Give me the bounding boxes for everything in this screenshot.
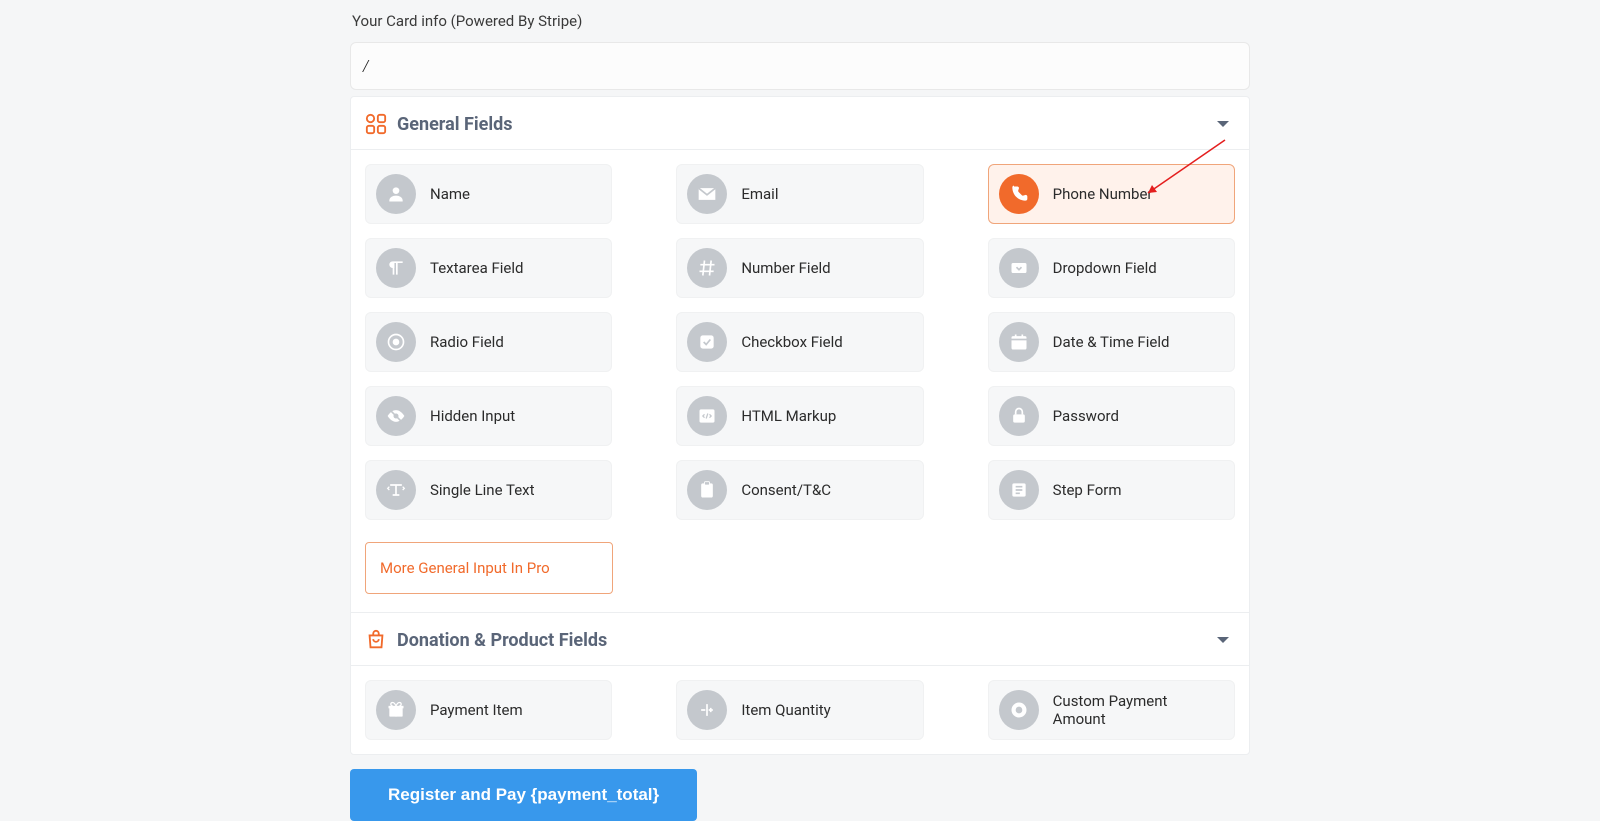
submit-button[interactable]: Register and Pay {payment_total}	[350, 769, 697, 821]
field-label: Password	[1053, 407, 1119, 425]
chevron-down-icon	[1217, 637, 1229, 643]
calendar-icon	[999, 322, 1039, 362]
field-label: Item Quantity	[741, 701, 830, 719]
field-email[interactable]: Email	[676, 164, 923, 224]
field-dropdown[interactable]: Dropdown Field	[988, 238, 1235, 298]
field-label: Single Line Text	[430, 481, 535, 499]
field-number[interactable]: Number Field	[676, 238, 923, 298]
gift-icon	[376, 690, 416, 730]
field-consent[interactable]: Consent/T&C	[676, 460, 923, 520]
card-input[interactable]: /	[350, 42, 1250, 90]
clipboard-icon	[687, 470, 727, 510]
more-general-pro-link[interactable]: More General Input In Pro	[365, 542, 613, 594]
checkbox-icon	[687, 322, 727, 362]
field-label: Email	[741, 185, 778, 203]
coin-icon	[999, 690, 1039, 730]
dropdown-icon	[999, 248, 1039, 288]
steps-icon	[999, 470, 1039, 510]
lock-icon	[999, 396, 1039, 436]
general-fields-title: General Fields	[397, 114, 512, 135]
field-label: Radio Field	[430, 333, 504, 351]
paragraph-icon	[376, 248, 416, 288]
field-password[interactable]: Password	[988, 386, 1235, 446]
field-phone-number[interactable]: Phone Number	[988, 164, 1235, 224]
field-label: Name	[430, 185, 470, 203]
field-payment-item[interactable]: Payment Item	[365, 680, 612, 740]
card-input-value: /	[363, 56, 368, 77]
plus-minus-icon	[687, 690, 727, 730]
field-html[interactable]: HTML Markup	[676, 386, 923, 446]
field-label: Hidden Input	[430, 407, 515, 425]
general-fields-header[interactable]: General Fields	[351, 97, 1249, 150]
field-label: Consent/T&C	[741, 481, 831, 499]
field-label: Payment Item	[430, 701, 523, 719]
field-label: Phone Number	[1053, 185, 1153, 203]
donation-fields-header[interactable]: Donation & Product Fields	[351, 613, 1249, 666]
field-custom-payment[interactable]: Custom Payment Amount	[988, 680, 1235, 740]
field-single-line[interactable]: Single Line Text	[365, 460, 612, 520]
field-label: Custom Payment Amount	[1053, 692, 1224, 728]
field-radio[interactable]: Radio Field	[365, 312, 612, 372]
code-icon	[687, 396, 727, 436]
field-item-quantity[interactable]: Item Quantity	[676, 680, 923, 740]
text-icon	[376, 470, 416, 510]
envelope-icon	[687, 174, 727, 214]
field-date-time[interactable]: Date & Time Field	[988, 312, 1235, 372]
donation-fields-title: Donation & Product Fields	[397, 630, 607, 651]
apps-icon	[365, 113, 387, 135]
field-name[interactable]: Name	[365, 164, 612, 224]
section-title: Your Card info (Powered By Stripe)	[350, 12, 1250, 30]
field-label: Date & Time Field	[1053, 333, 1170, 351]
field-textarea[interactable]: Textarea Field	[365, 238, 612, 298]
phone-icon	[999, 174, 1039, 214]
user-icon	[376, 174, 416, 214]
field-label: Checkbox Field	[741, 333, 842, 351]
chevron-down-icon	[1217, 121, 1229, 127]
hash-icon	[687, 248, 727, 288]
field-label: Number Field	[741, 259, 830, 277]
field-label: Textarea Field	[430, 259, 523, 277]
field-label: Step Form	[1053, 481, 1122, 499]
field-label: Dropdown Field	[1053, 259, 1157, 277]
shopping-bag-icon	[365, 629, 387, 651]
field-label: HTML Markup	[741, 407, 836, 425]
field-hidden[interactable]: Hidden Input	[365, 386, 612, 446]
field-checkbox[interactable]: Checkbox Field	[676, 312, 923, 372]
radio-icon	[376, 322, 416, 362]
field-step-form[interactable]: Step Form	[988, 460, 1235, 520]
eye-off-icon	[376, 396, 416, 436]
